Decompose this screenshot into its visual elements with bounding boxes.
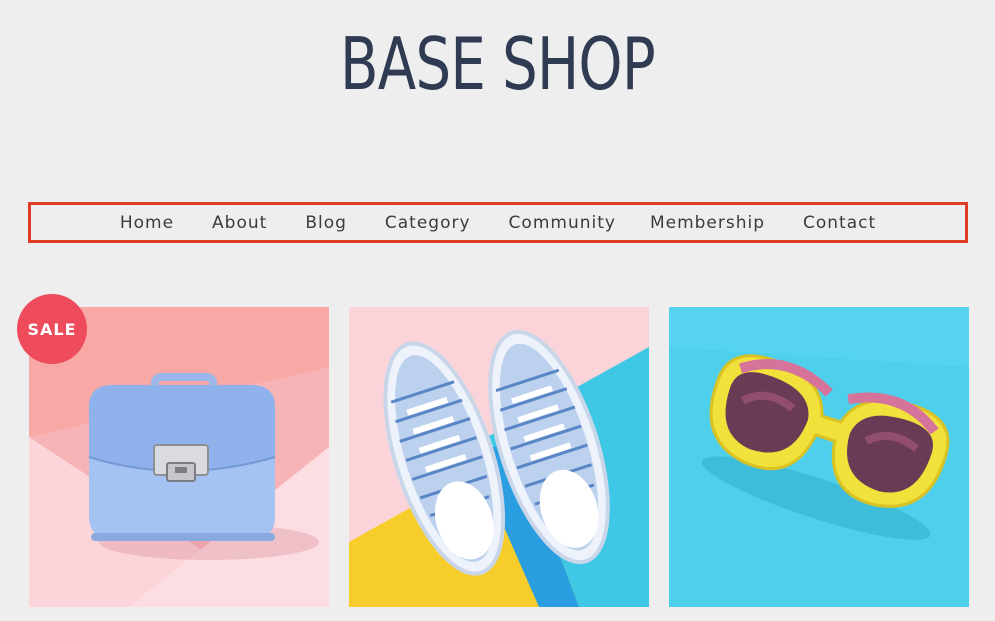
site-title[interactable]: BASE SHOP — [109, 28, 885, 100]
product-card-sunglasses[interactable] — [669, 307, 969, 607]
sale-badge: SALE — [17, 294, 87, 364]
nav-item-about[interactable]: About — [212, 213, 267, 233]
nav-item-home[interactable]: Home — [120, 213, 174, 233]
nav-item-membership[interactable]: Membership — [650, 213, 765, 233]
main-nav: Home About Blog Category Community Membe… — [28, 202, 968, 243]
product-card-sneakers[interactable] — [349, 307, 649, 607]
page: BASE SHOP Home About Blog Category Commu… — [0, 0, 995, 621]
nav-item-blog[interactable]: Blog — [305, 213, 347, 233]
sunglasses-image — [669, 307, 969, 607]
sneakers-image — [349, 307, 649, 607]
product-grid — [29, 307, 969, 607]
nav-item-community[interactable]: Community — [509, 213, 616, 233]
nav-item-category[interactable]: Category — [385, 213, 471, 233]
nav-item-contact[interactable]: Contact — [803, 213, 876, 233]
